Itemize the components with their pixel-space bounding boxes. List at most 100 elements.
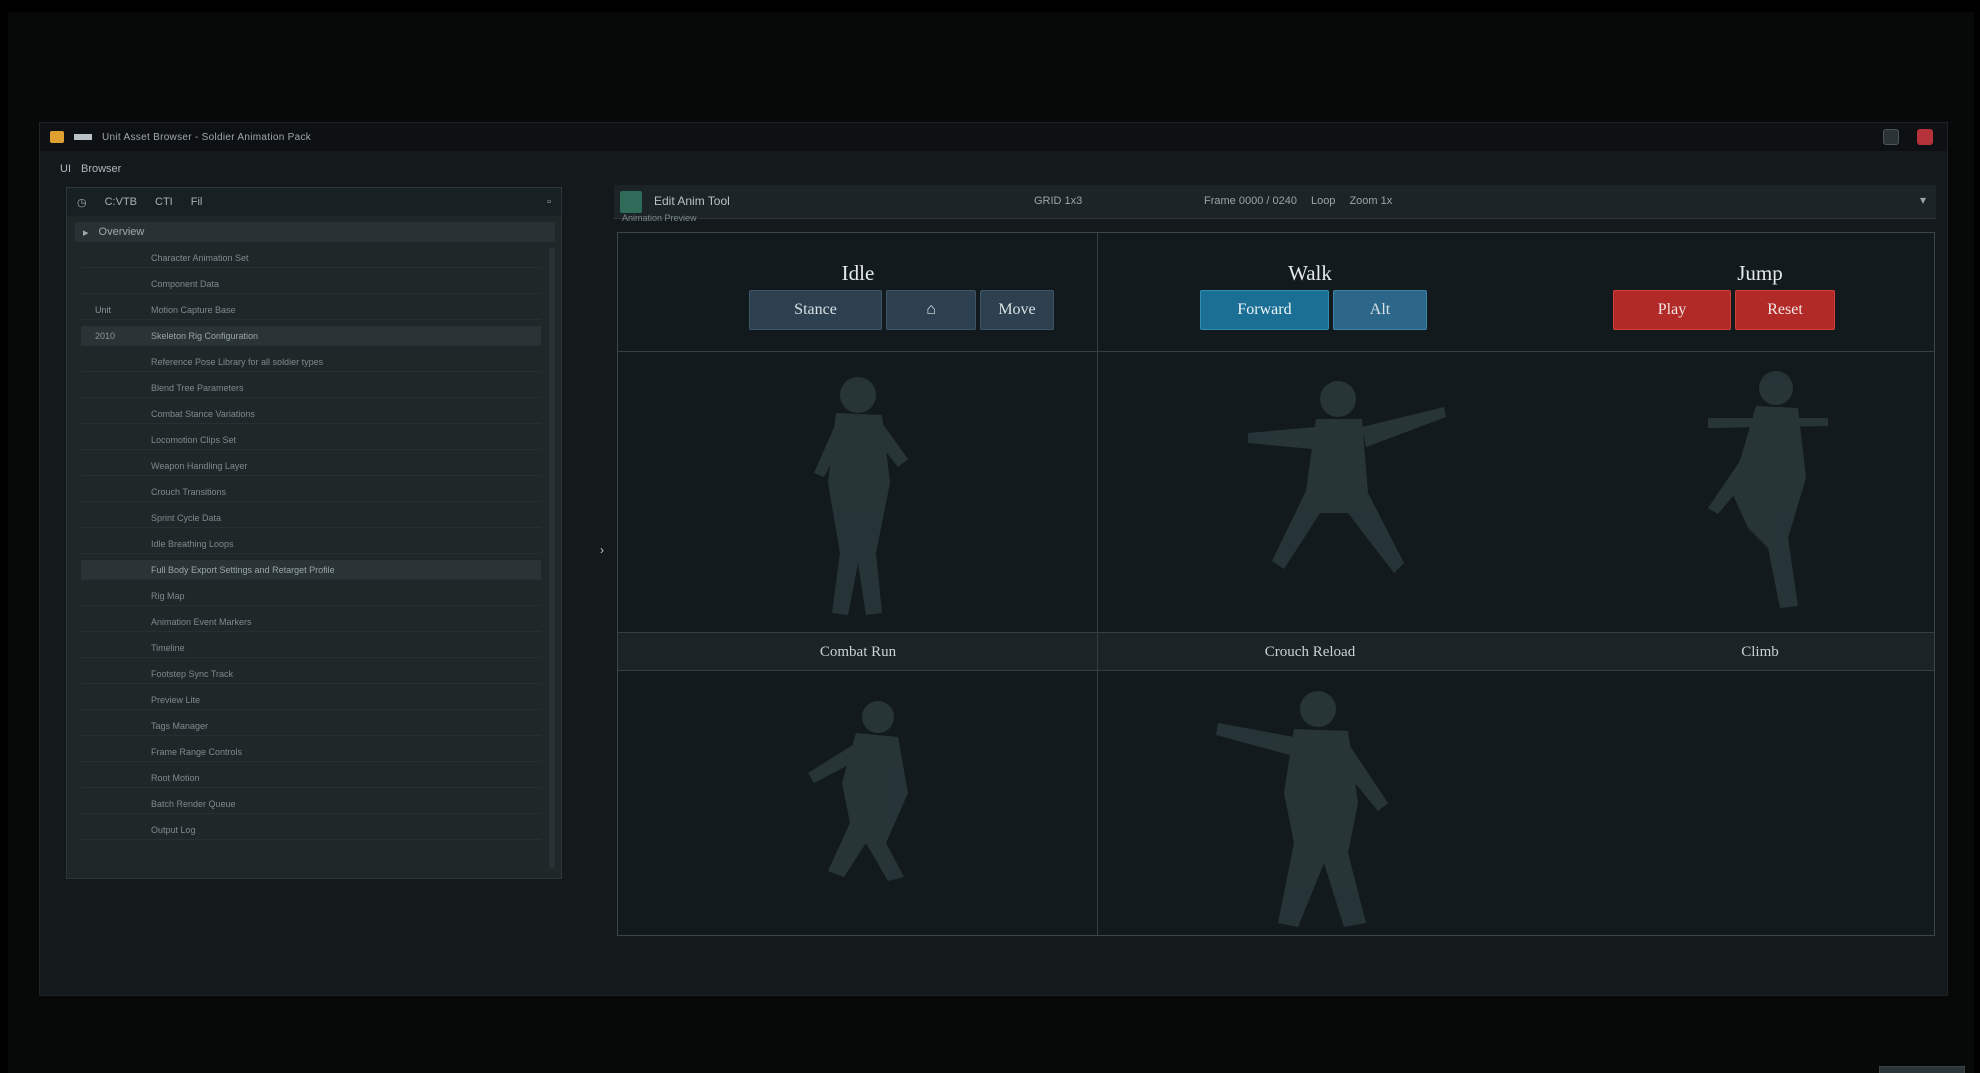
list-item[interactable]: Idle Breathing Loops (81, 534, 541, 554)
app-icon (50, 131, 64, 143)
list-item-label: Idle Breathing Loops (151, 538, 234, 549)
list-item-label: Sprint Cycle Data (151, 512, 222, 523)
list-header: ▸ Overview (75, 222, 555, 242)
toolbar-item-cti[interactable]: CTI (155, 196, 173, 208)
screen-frame: Unit Asset Browser - Soldier Animation P… (8, 12, 1974, 1073)
grid-divider (618, 632, 1934, 633)
animation-preview-grid: Idle Walk Jump Stance ⌂ Move Forward Alt… (617, 232, 1935, 936)
move-button[interactable]: Move (980, 290, 1054, 330)
stance-button[interactable]: Stance (749, 290, 882, 330)
alt-button[interactable]: Alt (1333, 290, 1427, 330)
caption-crouch-reload: Crouch Reload (1264, 644, 1356, 660)
list-item[interactable]: Unit Motion Capture Base (81, 300, 541, 320)
list-item[interactable]: Timeline (81, 638, 541, 658)
list-item[interactable]: Full Body Export Settings and Retarget P… (81, 560, 541, 580)
list-item[interactable]: Tags Manager (81, 716, 541, 736)
collapse-panel-icon[interactable]: › (600, 543, 604, 557)
list-item[interactable]: Rig Map (81, 586, 541, 606)
list-item[interactable]: Sprint Cycle Data (81, 508, 541, 528)
asset-list-panel: ◷ C:VTB CTI Fil ▫ ▸ Overview Character A… (66, 187, 562, 879)
loop-toggle[interactable]: Loop (1311, 195, 1335, 207)
list-item-label: Output Log (151, 824, 196, 835)
list-item[interactable]: Locomotion Clips Set (81, 430, 541, 450)
expand-icon[interactable]: ▸ (83, 226, 89, 239)
list-item[interactable]: Blend Tree Parameters (81, 378, 541, 398)
list-item-label: Skeleton Rig Configuration (151, 330, 259, 341)
list-item-label: Character Animation Set (151, 252, 249, 263)
grid-status: GRID 1x3 (1034, 195, 1083, 207)
zoom-level[interactable]: Zoom 1x (1349, 195, 1392, 207)
preview-subtitle: Animation Preview (622, 213, 697, 223)
app-window: Unit Asset Browser - Soldier Animation P… (39, 122, 1965, 1073)
preview-title: Edit Anim Tool (654, 194, 730, 208)
list-item-label: Tags Manager (151, 720, 209, 731)
asset-list: Character Animation Set Component Data Uni… (81, 248, 541, 868)
clock-icon[interactable]: ◷ (77, 196, 87, 209)
caption-combat-run: Combat Run (819, 644, 897, 660)
list-item[interactable]: Root Motion (81, 768, 541, 788)
toolbar-item-path[interactable]: C:VTB (105, 196, 137, 208)
menu-item-ui[interactable]: UI (60, 163, 71, 175)
panel-toolbar: ◷ C:VTB CTI Fil ▫ (67, 188, 561, 216)
close-button[interactable] (1917, 129, 1933, 145)
list-item[interactable]: Reference Pose Library for all soldier t… (81, 352, 541, 372)
footer-action-button[interactable]: — ◆ — (1879, 1066, 1965, 1073)
list-item[interactable]: 2010 Skeleton Rig Configuration (81, 326, 541, 346)
list-item[interactable]: Weapon Handling Layer (81, 456, 541, 476)
soldier-walk-preview[interactable] (1208, 363, 1468, 613)
list-item-tag: Unit (95, 304, 112, 315)
column-title-jump: Jump (1737, 261, 1783, 285)
list-item-label: Timeline (151, 642, 185, 653)
header-menu-icon[interactable]: ▾ (1920, 193, 1926, 207)
list-item[interactable]: Character Animation Set (81, 248, 541, 268)
frame-readout: Frame 0000 / 0240 (1204, 195, 1297, 207)
list-item-label: Batch Render Queue (151, 798, 236, 809)
play-button[interactable]: Play (1613, 290, 1731, 330)
list-item[interactable]: Component Data (81, 274, 541, 294)
column-title-walk: Walk (1288, 261, 1332, 285)
list-item-label: Crouch Transitions (151, 486, 227, 497)
forward-button[interactable]: Forward (1200, 290, 1329, 330)
list-item-label: Rig Map (151, 590, 185, 601)
list-item[interactable]: Footstep Sync Track (81, 664, 541, 684)
soldier-combat-run-preview[interactable] (768, 693, 968, 883)
column-title-idle: Idle (841, 261, 875, 285)
list-item-label: Blend Tree Parameters (151, 382, 244, 393)
menu-item-browser[interactable]: Browser (81, 163, 121, 175)
soldier-idle-preview[interactable] (758, 363, 958, 623)
grid-divider (618, 670, 1934, 671)
soldier-crouch-reload-preview[interactable] (1198, 683, 1428, 933)
soldier-jump-preview[interactable] (1638, 358, 1878, 618)
list-item-label: Locomotion Clips Set (151, 434, 237, 445)
list-item[interactable]: Preview Lite (81, 690, 541, 710)
list-item[interactable]: Animation Event Markers (81, 612, 541, 632)
list-item[interactable]: Frame Range Controls (81, 742, 541, 762)
menu-bar: UI Browser (60, 163, 121, 175)
list-item[interactable]: Batch Render Queue (81, 794, 541, 814)
toolbar-item-filter[interactable]: Fil (191, 196, 203, 208)
list-item[interactable]: Crouch Transitions (81, 482, 541, 502)
grid-divider (618, 351, 1934, 352)
list-item-label: Reference Pose Library for all soldier t… (151, 356, 324, 367)
list-item-label: Motion Capture Base (151, 304, 236, 315)
list-item-label: Combat Stance Variations (151, 408, 255, 419)
list-item[interactable]: Combat Stance Variations (81, 404, 541, 424)
grid-divider (1097, 233, 1098, 935)
panel-options-icon[interactable]: ▫ (547, 196, 551, 208)
caption-climb: Climb (1741, 644, 1779, 660)
list-item[interactable]: Output Log (81, 820, 541, 840)
list-item-label: Root Motion (151, 772, 200, 783)
list-scrollbar[interactable] (549, 248, 555, 868)
title-bar: Unit Asset Browser - Soldier Animation P… (40, 123, 1947, 151)
home-button[interactable]: ⌂ (886, 290, 976, 330)
minimize-button[interactable] (1883, 129, 1899, 145)
list-item-label: Frame Range Controls (151, 746, 243, 757)
reset-button[interactable]: Reset (1735, 290, 1835, 330)
list-item-label: Animation Event Markers (151, 616, 252, 627)
window-title: Unit Asset Browser - Soldier Animation P… (102, 131, 312, 143)
app-logo-icon (74, 134, 92, 140)
preview-info: Frame 0000 / 0240 Loop Zoom 1x (1204, 195, 1392, 207)
list-item-label: Full Body Export Settings and Retarget P… (151, 564, 335, 575)
preview-header: Edit Anim Tool Animation Preview GRID 1x… (614, 185, 1936, 223)
list-header-label: Overview (98, 226, 145, 238)
